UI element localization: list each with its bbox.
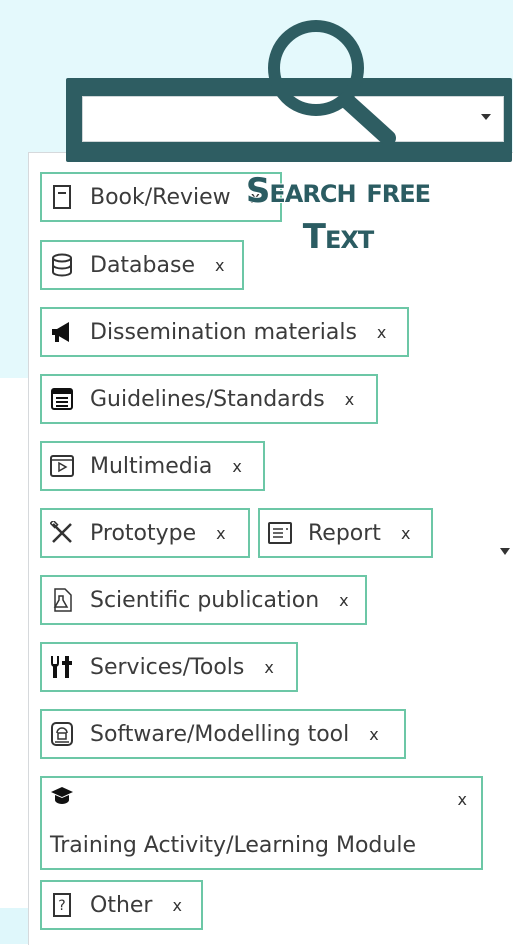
media-player-icon <box>50 454 74 478</box>
remove-chip-button[interactable]: x <box>377 323 386 342</box>
chip-dissemination[interactable]: Dissemination materials x <box>40 307 409 357</box>
chip-label: Database <box>90 252 195 278</box>
chip-label: Guidelines/Standards <box>90 386 325 412</box>
chip-database[interactable]: Database x <box>40 240 244 290</box>
search-free-text-label: Search free Text <box>245 171 431 257</box>
utensils-icon <box>50 655 74 679</box>
question-icon: ? <box>50 893 74 917</box>
chip-label: Services/Tools <box>90 654 245 680</box>
remove-chip-button[interactable]: x <box>369 725 378 744</box>
chevron-down-icon[interactable] <box>481 114 491 120</box>
tools-cross-icon <box>50 521 74 545</box>
remove-chip-button[interactable]: x <box>458 790 467 809</box>
database-icon <box>50 253 74 277</box>
chip-services-tools[interactable]: Services/Tools x <box>40 642 298 692</box>
chip-other[interactable]: ? Other x <box>40 880 203 930</box>
remove-chip-button[interactable]: x <box>345 390 354 409</box>
chip-prototype[interactable]: Prototype x <box>40 508 250 558</box>
remove-chip-button[interactable]: x <box>232 457 241 476</box>
remove-chip-button[interactable]: x <box>339 591 348 610</box>
chip-label: Other <box>90 892 153 918</box>
megaphone-icon <box>50 320 74 344</box>
chip-software[interactable]: Software/Modelling tool x <box>40 709 406 759</box>
book-icon <box>50 185 74 209</box>
chip-multimedia[interactable]: Multimedia x <box>40 441 265 491</box>
svg-text:?: ? <box>58 898 65 914</box>
chip-label: Book/Review <box>90 184 231 210</box>
remove-chip-button[interactable]: x <box>401 524 410 543</box>
remove-chip-button[interactable]: x <box>264 658 273 677</box>
magnifier-icon <box>268 20 396 144</box>
chip-label: Multimedia <box>90 453 213 479</box>
chip-scientific-publication[interactable]: Scientific publication x <box>40 575 367 625</box>
dropdown-arrow-icon[interactable] <box>500 548 510 555</box>
report-icon <box>268 521 292 545</box>
chip-label: Software/Modelling tool <box>90 721 350 747</box>
chip-label: Training Activity/Learning Module <box>50 833 416 858</box>
chip-label: Report <box>308 520 381 546</box>
chip-training-activity[interactable]: x Training Activity/Learning Module <box>40 776 483 870</box>
chip-label: Scientific publication <box>90 587 320 613</box>
software-icon <box>50 722 74 746</box>
remove-chip-button[interactable]: x <box>216 524 225 543</box>
remove-chip-button[interactable]: x <box>172 896 181 915</box>
chip-label: Prototype <box>90 520 197 546</box>
graduation-cap-icon <box>50 786 74 812</box>
chip-label: Dissemination materials <box>90 319 357 345</box>
flask-document-icon <box>50 588 74 612</box>
chip-report[interactable]: Report x <box>258 508 433 558</box>
list-document-icon <box>50 387 74 411</box>
chip-guidelines[interactable]: Guidelines/Standards x <box>40 374 378 424</box>
